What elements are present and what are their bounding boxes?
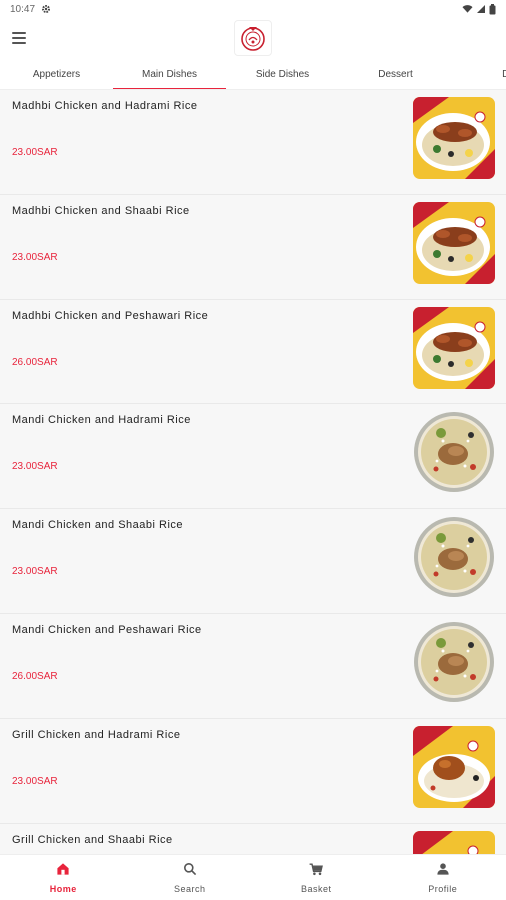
cart-icon xyxy=(308,861,324,882)
wifi-icon xyxy=(462,5,473,13)
dish-image xyxy=(413,725,495,808)
dish-image xyxy=(413,830,495,854)
nav-home[interactable]: Home xyxy=(0,855,127,900)
item-name: Grill Chicken and Hadrami Rice xyxy=(12,728,181,741)
category-tabs: AppetizersMain DishesSide DishesDessertD… xyxy=(0,58,506,90)
nav-label: Profile xyxy=(428,884,458,894)
nav-label: Basket xyxy=(300,884,332,894)
bottom-navigation: Home Search Basket Profile xyxy=(0,854,506,900)
item-price: 23.00SAR xyxy=(12,147,58,158)
list-item[interactable]: Madhbi Chicken and Peshawari Rice 26.00SA… xyxy=(0,299,506,405)
restaurant-logo xyxy=(234,20,272,56)
list-item[interactable]: Mandi Chicken and Peshawari Rice 26.00SAR xyxy=(0,613,506,719)
tab-dessert[interactable]: Dessert xyxy=(339,58,452,89)
dish-image xyxy=(413,97,495,179)
item-price: 26.00SAR xyxy=(12,670,58,682)
list-item[interactable]: Mandi Chicken and Shaabi Rice 23.00SAR xyxy=(0,509,506,614)
item-name: Mandi Chicken and Peshawari Rice xyxy=(12,623,202,636)
item-name: Madhbi Chicken and Shaabi Rice xyxy=(12,204,190,217)
status-time: 10:47 xyxy=(10,3,36,15)
item-price: 26.00SAR xyxy=(12,356,58,368)
signal-icon xyxy=(477,5,485,13)
nav-profile[interactable]: Profile xyxy=(380,855,506,900)
app-header xyxy=(0,18,506,58)
dish-image xyxy=(413,306,495,389)
list-item[interactable]: Grill Chicken and Hadrami Rice 23.00SAR xyxy=(0,718,506,824)
nav-search[interactable]: Search xyxy=(127,855,254,900)
dish-image xyxy=(413,411,495,493)
tab-appetizers[interactable]: Appetizers xyxy=(0,58,113,89)
item-price: 23.00SAR xyxy=(12,251,58,263)
item-name: Mandi Chicken and Shaabi Rice xyxy=(12,519,184,532)
status-bar: 10:47 xyxy=(0,0,506,18)
product-list: Madhbi Chicken and Hadrami Rice 23.00SAR M… xyxy=(0,90,506,854)
dish-image xyxy=(413,621,495,703)
item-name: Madhbi Chicken and Peshawari Rice xyxy=(12,309,209,322)
tab-dri[interactable]: Dri xyxy=(452,58,506,89)
home-icon xyxy=(55,861,71,882)
list-item[interactable]: Mandi Chicken and Hadrami Rice 23.00SAR xyxy=(0,404,506,510)
item-price: 23.00SAR xyxy=(12,775,58,787)
dish-image xyxy=(413,516,495,598)
nav-label: Home xyxy=(49,884,77,894)
battery-icon xyxy=(489,3,496,14)
nav-basket[interactable]: Basket xyxy=(253,855,380,900)
tab-side-dishes[interactable]: Side Dishes xyxy=(226,58,339,89)
settings-gear-icon xyxy=(42,5,51,13)
nav-label: Search xyxy=(173,884,206,894)
item-name: Madhbi Chicken and Hadrami Rice xyxy=(12,100,198,112)
list-item[interactable]: Madhbi Chicken and Shaabi Rice 23.00SAR xyxy=(0,194,506,300)
profile-icon xyxy=(435,861,451,882)
hamburger-menu-icon[interactable] xyxy=(12,30,32,46)
list-item[interactable]: Madhbi Chicken and Hadrami Rice 23.00SAR xyxy=(0,90,506,195)
dish-image xyxy=(413,201,495,284)
list-item[interactable]: Grill Chicken and Shaabi Rice xyxy=(0,823,506,854)
item-price: 23.00SAR xyxy=(12,461,58,473)
item-name: Mandi Chicken and Hadrami Rice xyxy=(12,414,191,427)
search-icon xyxy=(182,861,198,882)
item-name: Grill Chicken and Shaabi Rice xyxy=(12,833,173,846)
item-price: 23.00SAR xyxy=(12,566,58,578)
tab-main-dishes[interactable]: Main Dishes xyxy=(113,58,226,89)
